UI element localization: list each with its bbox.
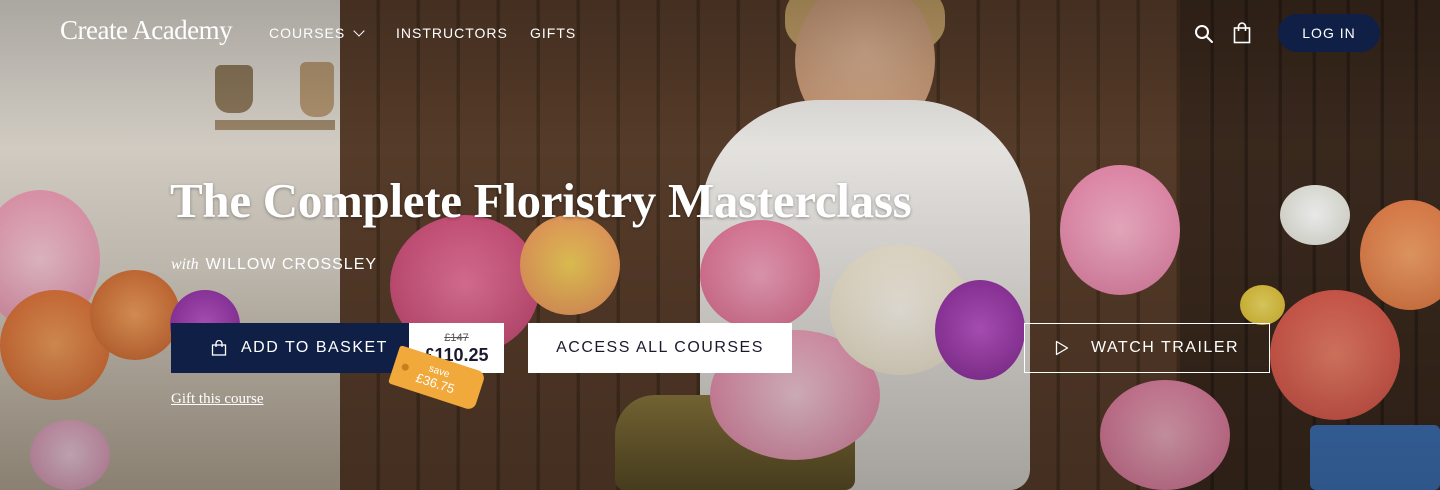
background-shade	[0, 0, 1440, 490]
byline-with: with	[171, 256, 199, 273]
access-all-courses-button[interactable]: ACCESS ALL COURSES	[528, 323, 792, 373]
original-price: £147	[444, 332, 469, 344]
nav-gifts-label: GIFTS	[530, 25, 577, 41]
instructor-byline: with WILLOW CROSSLEY	[171, 256, 377, 274]
play-icon	[1055, 340, 1069, 356]
nav-gifts[interactable]: GIFTS	[530, 25, 576, 41]
course-title: The Complete Floristry Masterclass	[170, 173, 912, 228]
search-icon[interactable]	[1194, 24, 1214, 44]
shopping-bag-icon[interactable]	[1233, 22, 1251, 44]
add-to-basket-button[interactable]: ADD TO BASKET	[171, 323, 409, 373]
watch-trailer-label: WATCH TRAILER	[1090, 339, 1240, 356]
nav-instructors-label: INSTRUCTORS	[396, 25, 508, 41]
tag-hole	[400, 362, 410, 372]
login-button[interactable]: LOG IN	[1278, 14, 1380, 52]
basket-icon	[211, 340, 227, 356]
nav-instructors[interactable]: INSTRUCTORS	[396, 25, 508, 41]
watch-trailer-button[interactable]: WATCH TRAILER	[1024, 323, 1270, 373]
nav-courses-label: COURSES	[269, 25, 346, 41]
gift-course-link[interactable]: Gift this course	[171, 391, 263, 408]
instructor-name[interactable]: WILLOW CROSSLEY	[206, 256, 377, 274]
add-to-basket-label: ADD TO BASKET	[241, 339, 388, 356]
hero-background	[0, 0, 1440, 490]
chevron-down-icon	[353, 24, 365, 37]
logo[interactable]: Create Academy	[60, 15, 233, 46]
nav-courses[interactable]: COURSES	[269, 24, 365, 41]
